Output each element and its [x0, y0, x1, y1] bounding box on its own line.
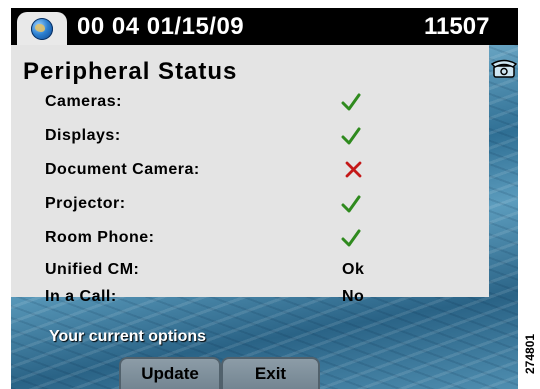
checkmark-icon	[341, 93, 361, 111]
checkmark-icon	[341, 127, 361, 145]
checkmark-icon	[341, 229, 361, 247]
row-value: No	[342, 288, 365, 305]
extension-number: 11507	[424, 13, 490, 40]
peripheral-status-panel: Peripheral Status Cameras: Displays: Doc…	[11, 45, 489, 305]
update-button[interactable]: Update	[119, 357, 221, 389]
x-mark-icon	[345, 161, 362, 178]
document-camera-row: Document Camera:	[45, 157, 405, 187]
room-phone-row: Room Phone:	[45, 225, 405, 255]
projector-row: Projector:	[45, 191, 405, 221]
unified-cm-row: Unified CM: Ok	[45, 257, 405, 287]
in-a-call-row: In a Call: No	[45, 288, 405, 305]
checkmark-icon	[341, 195, 361, 213]
row-label: Document Camera:	[45, 161, 200, 178]
row-label: Cameras:	[45, 93, 122, 110]
panel-title: Peripheral Status	[23, 58, 238, 85]
globe-tab[interactable]	[17, 12, 67, 45]
cameras-row: Cameras:	[45, 89, 405, 119]
exit-button[interactable]: Exit	[221, 357, 320, 389]
status-bar: 00 04 01/15/09 11507	[11, 8, 518, 45]
figure-number: 274801	[523, 333, 537, 374]
row-label: Unified CM:	[45, 261, 140, 278]
phone-screen: 00 04 01/15/09 11507 Peripheral Status C…	[11, 8, 518, 389]
date-time: 00 04 01/15/09	[77, 13, 245, 40]
options-label: Your current options	[49, 328, 207, 345]
row-value: Ok	[342, 261, 365, 278]
globe-icon	[31, 18, 53, 40]
phone-icon	[491, 59, 517, 78]
row-label: In a Call:	[45, 288, 117, 305]
row-label: Room Phone:	[45, 229, 155, 246]
displays-row: Displays:	[45, 123, 405, 153]
row-label: Displays:	[45, 127, 121, 144]
row-label: Projector:	[45, 195, 126, 212]
